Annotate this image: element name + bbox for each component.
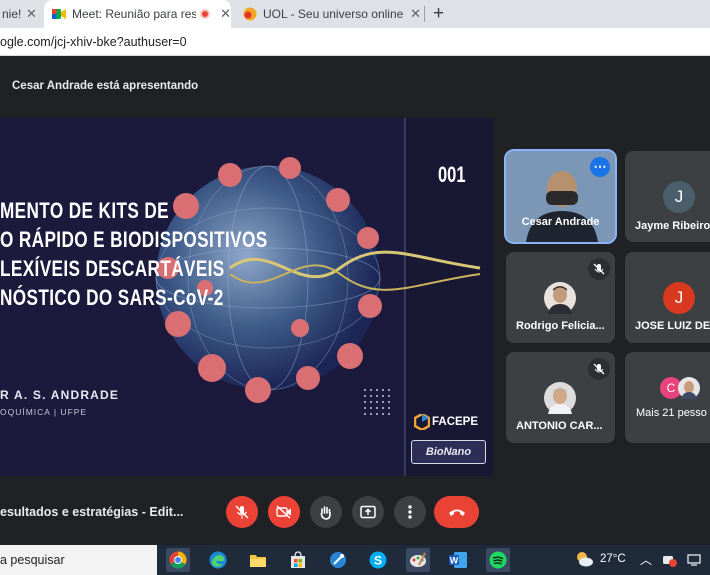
slide-title-line: MENTO DE KITS DE [0, 198, 169, 223]
avatar [544, 282, 576, 314]
present-screen-icon [360, 505, 376, 519]
bionano-logo: BioNano [411, 440, 486, 464]
new-tab-button[interactable]: + [433, 3, 444, 25]
tab-uol[interactable]: UOL - Seu universo online ✕ [241, 0, 421, 28]
address-bar[interactable]: ogle.com/jcj-xhiv-bke?authuser=0 [0, 28, 710, 56]
weather-icon[interactable] [574, 550, 594, 568]
slide-title-line: NÓSTICO DO SARS-CoV-2 [0, 285, 224, 310]
more-options-icon[interactable]: ⋯ [590, 157, 610, 177]
participant-name: Cesar Andrade [521, 216, 600, 228]
app-icon-blue[interactable] [326, 548, 350, 572]
tab-divider [424, 6, 425, 22]
camera-off-icon [276, 505, 291, 519]
participant-tile[interactable]: Rodrigo Felicia... [506, 252, 615, 343]
google-meet-icon [52, 9, 66, 19]
paint-icon[interactable] [406, 548, 430, 572]
svg-text:W: W [450, 556, 459, 566]
close-icon[interactable]: ✕ [220, 6, 231, 22]
skype-icon[interactable]: S [366, 548, 390, 572]
avatar: J [663, 282, 695, 314]
participant-name: Rodrigo Felicia... [516, 320, 605, 332]
participant-name: ANTONIO CAR... [516, 420, 603, 432]
slide-title-line: O RÁPIDO E BIODISPOSITIVOS [0, 227, 268, 252]
participant-tile[interactable]: ANTONIO CAR... [506, 352, 615, 443]
mic-muted-icon [588, 258, 610, 280]
taskbar-search[interactable]: a pesquisar [0, 545, 157, 575]
close-icon[interactable]: ✕ [26, 6, 37, 22]
presenter-banner: Cesar Andrade está apresentando [0, 74, 198, 98]
avatar [544, 382, 576, 414]
participant-tile[interactable]: J JOSE LUIZ DE [625, 252, 710, 343]
tab-label: UOL - Seu universo online [263, 7, 404, 21]
tab-label: nie! [2, 7, 22, 21]
chrome-icon[interactable] [166, 548, 190, 572]
mic-muted-icon [588, 358, 610, 380]
file-explorer-icon[interactable] [246, 548, 270, 572]
meeting-title: esultados e estratégias - Edit... [0, 505, 184, 519]
slide-title-line: LEXÍVEIS DESCARTÁVEIS [0, 256, 225, 281]
more-participants-label: Mais 21 pesso [636, 407, 707, 419]
hang-up-icon [448, 509, 465, 516]
url-text[interactable]: ogle.com/jcj-xhiv-bke?authuser=0 [0, 35, 187, 49]
tab-previous[interactable]: nie! ✕ [0, 0, 42, 28]
facepe-text: FACEPE [432, 416, 479, 428]
participant-tile[interactable]: ⋯ Cesar Andrade [504, 149, 617, 244]
facepe-icon [414, 414, 430, 430]
chevron-up-icon[interactable]: ︿ [640, 551, 652, 568]
presenter-text: Cesar Andrade está apresentando [12, 80, 199, 92]
tab-meet[interactable]: Meet: Reunião para resultad ✕ [44, 0, 231, 28]
mic-off-icon [235, 505, 249, 519]
participant-name: JOSE LUIZ DE [635, 320, 710, 332]
present-button[interactable] [352, 496, 384, 528]
avatar-photo [678, 377, 700, 399]
more-vert-icon [408, 505, 412, 519]
close-icon[interactable]: ✕ [410, 6, 421, 22]
meet-tray-icon[interactable] [662, 553, 678, 567]
mic-toggle-button[interactable] [226, 496, 258, 528]
slide-author: R A. S. ANDRADE [0, 388, 120, 402]
end-call-button[interactable] [434, 496, 479, 528]
temperature-label[interactable]: 27°C [600, 553, 626, 565]
network-icon[interactable] [686, 553, 704, 567]
presentation-slide: 001 MENTO DE KITS DE O RÁPIDO E BIODISPO… [0, 118, 493, 476]
spotify-icon[interactable] [486, 548, 510, 572]
camera-toggle-button[interactable] [268, 496, 300, 528]
word-icon[interactable]: W [446, 548, 470, 572]
edge-icon[interactable] [206, 548, 230, 572]
participant-name: Jayme Ribeiro [635, 220, 710, 232]
slide-affiliation: OQUÍMICA | UFPE [0, 407, 88, 417]
participant-tile-overflow[interactable]: C Mais 21 pesso [625, 352, 710, 443]
browser-tab-strip: nie! ✕ Meet: Reunião para resultad ✕ UOL… [0, 0, 710, 28]
taskbar-search-text[interactable]: a pesquisar [0, 553, 65, 567]
recording-icon [200, 9, 211, 19]
uol-icon [243, 7, 257, 21]
store-icon[interactable] [286, 548, 310, 572]
svg-text:S: S [374, 554, 382, 568]
participant-tile[interactable]: J Jayme Ribeiro [625, 151, 710, 242]
facepe-logo: FACEPE [414, 414, 478, 430]
tab-label: Meet: Reunião para resultad [72, 7, 197, 21]
raise-hand-button[interactable] [310, 496, 342, 528]
avatar: J [663, 181, 695, 213]
more-options-button[interactable] [394, 496, 426, 528]
slide-number: 001 [438, 162, 466, 187]
bionano-text: BioNano [425, 446, 472, 458]
hand-icon [320, 506, 331, 520]
